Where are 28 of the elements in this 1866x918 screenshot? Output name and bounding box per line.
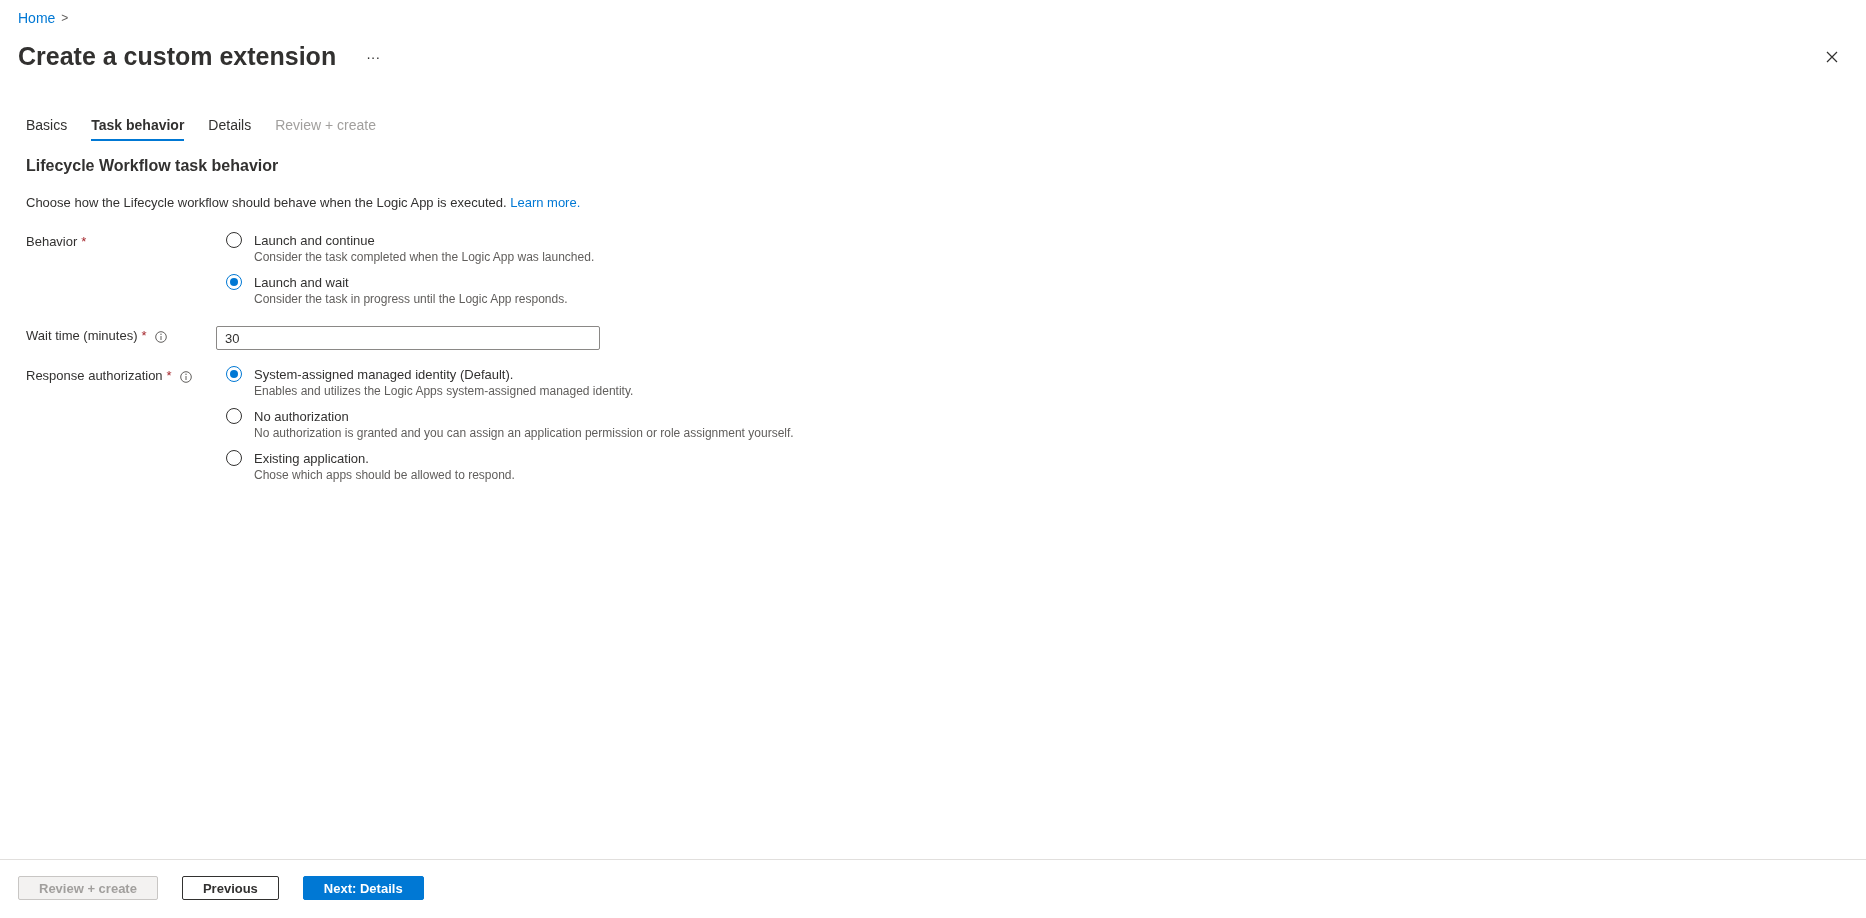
info-icon[interactable]: [179, 371, 192, 383]
field-label: Wait time (minutes) *: [26, 328, 147, 343]
option-label: System-assigned managed identity (Default).: [254, 366, 515, 382]
section-heading: Lifecycle Workflow task behavior: [26, 157, 280, 175]
info-icon[interactable]: [154, 331, 167, 343]
field-label: Response authorization *: [26, 368, 172, 383]
section-description: Choose how the Lifecycle workflow should behave when the Logic App is executed. Learn more.: [26, 195, 582, 210]
option-description: No authorization is granted and you can assign an application permission or role assignment yourself.: [254, 426, 795, 440]
page-title: Create a custom extension: [18, 42, 337, 71]
input-field[interactable]: 30: [216, 326, 600, 350]
option-label: No authorization: [254, 408, 350, 424]
footer-button[interactable]: Previous: [181, 876, 279, 900]
tab[interactable]: Basics: [26, 113, 68, 141]
footer-button[interactable]: Next: Details: [302, 876, 424, 900]
option-label: Launch and wait: [254, 274, 350, 290]
breadcrumb-separator: >: [61, 11, 69, 25]
tab[interactable]: Details: [208, 113, 252, 141]
option-description: Consider the task in progress until the Logic App responds.: [254, 292, 569, 306]
more-button[interactable]: ···: [360, 46, 387, 67]
option-description: Enables and utilizes the Logic Apps system-assigned managed identity.: [254, 384, 635, 398]
option-description: Chose which apps should be allowed to respond.: [254, 468, 516, 482]
breadcrumb-link[interactable]: Home: [18, 10, 56, 26]
option-label: Launch and continue: [254, 232, 376, 248]
option-label: Existing application.: [254, 450, 370, 466]
learn-more-link[interactable]: Learn more.: [510, 195, 581, 210]
option-description: Consider the task completed when the Logic App was launched.: [254, 250, 596, 264]
field-label: Behavior *: [26, 234, 87, 249]
tab[interactable]: Task behavior: [91, 113, 185, 141]
